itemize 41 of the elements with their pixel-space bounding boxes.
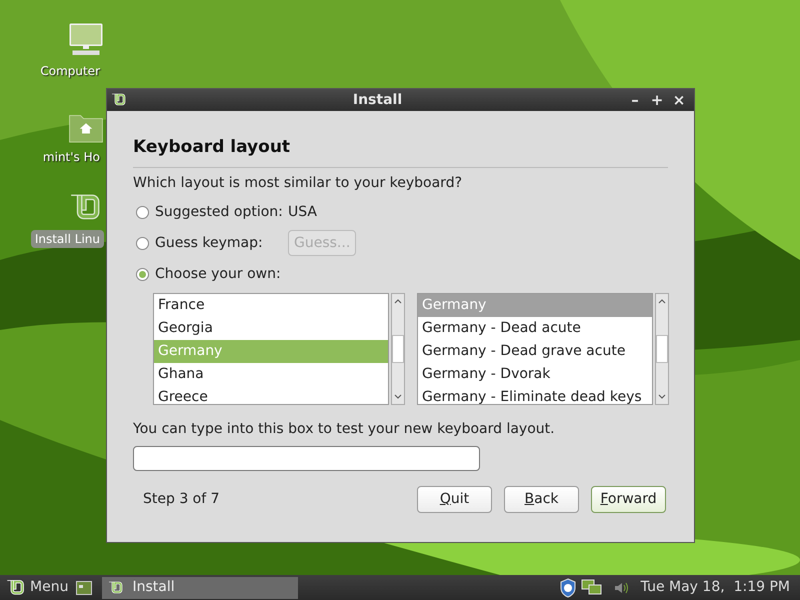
- list-item[interactable]: Germany - Dvorak: [418, 362, 652, 386]
- list-item[interactable]: Germany - Eliminate dead keys: [418, 386, 652, 404]
- desktop-icon[interactable]: [76, 580, 92, 594]
- mint-logo-icon: [111, 92, 127, 108]
- icon-label[interactable]: mint's Ho: [38, 148, 104, 166]
- option-label[interactable]: Suggested option:: [155, 202, 288, 222]
- test-input-field[interactable]: [133, 446, 480, 470]
- mint-logo-icon: [6, 578, 26, 598]
- mint-logo-icon: [108, 580, 124, 596]
- task-button[interactable]: Install: [102, 576, 298, 598]
- list-item[interactable]: Ghana: [154, 362, 388, 386]
- scroll-thumb[interactable]: [656, 334, 668, 362]
- heading: Keyboard layout: [133, 135, 668, 168]
- network-icon[interactable]: [580, 578, 603, 596]
- radio-button[interactable]: [136, 268, 149, 280]
- computer-icon[interactable]: [68, 22, 104, 58]
- list-item[interactable]: France: [154, 294, 388, 316]
- clock-text[interactable]: Tue May 18, 1:19 PM: [640, 577, 790, 598]
- hint-text: You can type into this box to test your new keyboard layout.: [133, 420, 556, 438]
- menu-button[interactable]: Menu: [6, 577, 68, 598]
- option-label[interactable]: Choose your own:: [155, 264, 288, 284]
- step-text: Step 3 of 7: [143, 490, 221, 508]
- window-title: Install: [352, 90, 404, 110]
- close-button[interactable]: ×: [672, 92, 686, 108]
- wizard-button[interactable]: Forward: [591, 486, 666, 512]
- radio-button[interactable]: [136, 206, 149, 218]
- shield-icon[interactable]: [558, 578, 577, 598]
- list-item[interactable]: Georgia: [154, 316, 388, 340]
- wizard-button[interactable]: Back: [504, 486, 579, 512]
- question-text: Which layout is most similar to your keyboard?: [133, 174, 464, 192]
- scrollbar[interactable]: [391, 292, 405, 404]
- scroll-thumb[interactable]: [392, 334, 404, 362]
- folder-home-icon[interactable]: [68, 112, 104, 144]
- minimize-button[interactable]: –: [628, 92, 642, 108]
- list-item[interactable]: Germany - Dead acute: [418, 316, 652, 340]
- maximize-button[interactable]: +: [650, 92, 664, 108]
- list-item[interactable]: Greece: [154, 386, 388, 404]
- wizard-button[interactable]: Quit: [417, 486, 492, 512]
- scrollbar[interactable]: [655, 292, 669, 404]
- option-value: USA: [288, 202, 317, 222]
- list-item[interactable]: Germany - Dead grave acute: [418, 340, 652, 362]
